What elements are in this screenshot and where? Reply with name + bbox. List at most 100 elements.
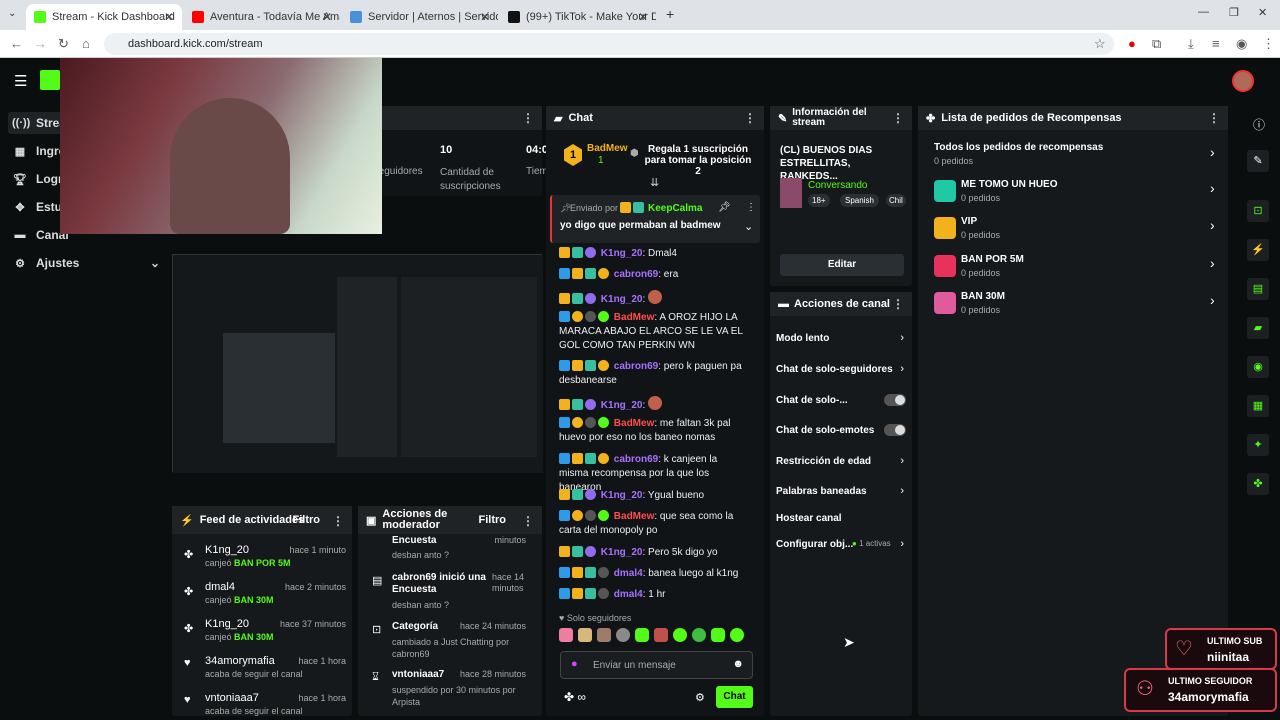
- emote-icon[interactable]: [578, 628, 592, 642]
- points-icon[interactable]: ✤ ∞: [564, 690, 586, 704]
- chat-user[interactable]: K1ng_20: [601, 294, 643, 305]
- gift-user[interactable]: BadMew: [587, 143, 628, 154]
- chat-user[interactable]: cabron69: [614, 269, 658, 280]
- tag-chip[interactable]: 18+: [808, 194, 830, 207]
- close-icon[interactable]: ✕: [638, 10, 648, 24]
- document-icon[interactable]: ▤: [1247, 278, 1269, 300]
- chat-user[interactable]: BadMew: [614, 312, 655, 323]
- mod-filter-button[interactable]: Filtro: [479, 514, 507, 526]
- more-options-icon[interactable]: ⋮: [1208, 111, 1220, 125]
- stream-info-icon[interactable]: ▦: [1247, 395, 1269, 417]
- emote-icon[interactable]: [711, 628, 725, 642]
- minimize-icon[interactable]: —: [1198, 6, 1209, 18]
- reward-item[interactable]: BAN POR 5M 0 pedidos ›: [920, 251, 1220, 287]
- channel-action-host[interactable]: Hostear canal: [776, 512, 908, 528]
- chevron-down-icon[interactable]: ⌄: [744, 220, 753, 233]
- send-chat-button[interactable]: Chat: [716, 686, 753, 708]
- more-options-icon[interactable]: ⋮: [892, 297, 904, 311]
- emote-icon[interactable]: [654, 628, 668, 642]
- chat-user[interactable]: dmal4: [614, 568, 643, 579]
- extensions-icon[interactable]: ⧉: [1152, 36, 1161, 52]
- emote-icon[interactable]: [635, 628, 649, 642]
- tab-search-icon[interactable]: ⌄: [8, 8, 16, 19]
- feed-user[interactable]: K1ng_20: [205, 544, 249, 556]
- more-options-icon[interactable]: ⋮: [522, 514, 534, 528]
- gift-banner[interactable]: 1 BadMew 1 ⬢ Regala 1 suscripción para t…: [560, 142, 756, 177]
- subs-only-toggle[interactable]: [884, 394, 906, 406]
- home-icon[interactable]: ⌂: [82, 36, 90, 51]
- emote-icon[interactable]: [673, 628, 687, 642]
- browser-menu-icon[interactable]: ⋮: [1262, 36, 1275, 52]
- close-icon[interactable]: ✕: [164, 10, 174, 24]
- tab-kick-dashboard[interactable]: Stream - Kick Dashboard ✕: [26, 4, 182, 30]
- tag-chip[interactable]: Spanish: [840, 194, 879, 207]
- chat-user[interactable]: K1ng_20: [601, 400, 643, 411]
- lightning-icon[interactable]: ⚡: [1247, 239, 1269, 261]
- emote-icon[interactable]: [559, 628, 573, 642]
- tag-chip[interactable]: Chil: [886, 194, 906, 207]
- mic-icon[interactable]: ●: [571, 658, 578, 670]
- reload-icon[interactable]: ↻: [58, 36, 69, 52]
- rewards-icon[interactable]: ✤: [1247, 473, 1269, 495]
- more-options-icon[interactable]: ⋮: [522, 111, 534, 125]
- chat-input[interactable]: ● Enviar un mensaje ☻: [560, 651, 753, 679]
- more-options-icon[interactable]: ⋮: [744, 111, 756, 125]
- emoji-icon[interactable]: ☻: [732, 658, 744, 670]
- sidebar-item-logros[interactable]: 🏆︎ Logr: [12, 168, 63, 190]
- unpin-icon[interactable]: 📌︎: [718, 202, 731, 213]
- more-options-icon[interactable]: ⋮: [332, 514, 344, 528]
- chat-bubble-icon[interactable]: ▰: [1247, 317, 1269, 339]
- chat-user[interactable]: K1ng_20: [601, 248, 643, 259]
- avatar[interactable]: [1232, 70, 1254, 92]
- emote-icon[interactable]: [616, 628, 630, 642]
- emote-icon[interactable]: [692, 628, 706, 642]
- bookmark-star-icon[interactable]: ☆: [1094, 36, 1106, 52]
- more-options-icon[interactable]: ⋮: [746, 202, 756, 213]
- chat-user[interactable]: BadMew: [614, 418, 655, 429]
- back-icon[interactable]: ←: [10, 36, 23, 51]
- emotes-only-toggle[interactable]: [884, 424, 906, 436]
- reward-item[interactable]: VIP 0 pedidos ›: [920, 213, 1220, 249]
- tab-youtube[interactable]: Aventura - Todavía Me Amas: L✕: [184, 4, 340, 30]
- edit-mode-icon[interactable]: ✎: [1247, 150, 1269, 172]
- edit-stream-button[interactable]: Editar: [780, 254, 904, 276]
- channel-action-followers-only[interactable]: Chat de solo-seguidores ›: [776, 363, 908, 379]
- channel-action-slow-mode[interactable]: Modo lento ›: [776, 332, 908, 348]
- new-tab-icon[interactable]: +: [666, 6, 674, 22]
- chat-user[interactable]: cabron69: [614, 361, 658, 372]
- chat-user[interactable]: BadMew: [614, 511, 655, 522]
- chat-settings-icon[interactable]: ⚙: [695, 691, 705, 704]
- stream-preview[interactable]: [172, 254, 543, 473]
- more-options-icon[interactable]: ⋮: [892, 111, 904, 125]
- feed-user[interactable]: 34amorymafia: [205, 655, 275, 667]
- reward-all[interactable]: Todos los pedidos de recompensas 0 pedido…: [920, 140, 1220, 176]
- chat-user[interactable]: K1ng_20: [601, 490, 643, 501]
- reward-item[interactable]: BAN 30M 0 pedidos ›: [920, 288, 1220, 324]
- channel-action-age-restriction[interactable]: Restricción de edad ›: [776, 455, 908, 471]
- profile-icon[interactable]: ◉: [1236, 36, 1247, 52]
- window-close-icon[interactable]: ✕: [1258, 6, 1267, 19]
- download-icon[interactable]: ⤓: [1188, 36, 1194, 52]
- focus-icon[interactable]: ⊡: [1247, 200, 1269, 222]
- pinned-message[interactable]: 📌︎ Enviado por KeepCalma 📌︎ ⋮ yo digo qu…: [550, 195, 760, 243]
- tab-tiktok[interactable]: (99+) TikTok - Make Your Day✕: [500, 4, 656, 30]
- restore-icon[interactable]: ❐: [1229, 6, 1239, 19]
- reward-item[interactable]: ME TOMO UN HUEO 0 pedidos ›: [920, 176, 1220, 212]
- feed-user[interactable]: vntoniaaa7: [205, 692, 259, 704]
- menu-list-icon[interactable]: ≡: [1212, 36, 1220, 51]
- pinned-user[interactable]: KeepCalma: [648, 203, 702, 214]
- channel-action-subs-only[interactable]: Chat de solo-...: [776, 394, 908, 410]
- emote-icon[interactable]: [730, 628, 744, 642]
- opera-icon[interactable]: ●: [1128, 36, 1136, 51]
- url-input[interactable]: dashboard.kick.com/stream: [104, 33, 1114, 55]
- emote-icon[interactable]: [597, 628, 611, 642]
- feed-filter-button[interactable]: Filtro: [293, 514, 321, 526]
- forward-icon[interactable]: →: [34, 36, 47, 51]
- close-icon[interactable]: ✕: [480, 10, 490, 24]
- sidebar-item-ingresos[interactable]: ▦ Ingre: [12, 140, 66, 162]
- channel-action-banned-words[interactable]: Palabras baneadas ›: [776, 485, 908, 501]
- sidebar-item-estudio[interactable]: ✥ Estu: [12, 196, 62, 218]
- wrench-icon[interactable]: ✦: [1247, 434, 1269, 456]
- kick-logo[interactable]: [40, 70, 60, 90]
- category-name[interactable]: Conversando: [808, 180, 867, 191]
